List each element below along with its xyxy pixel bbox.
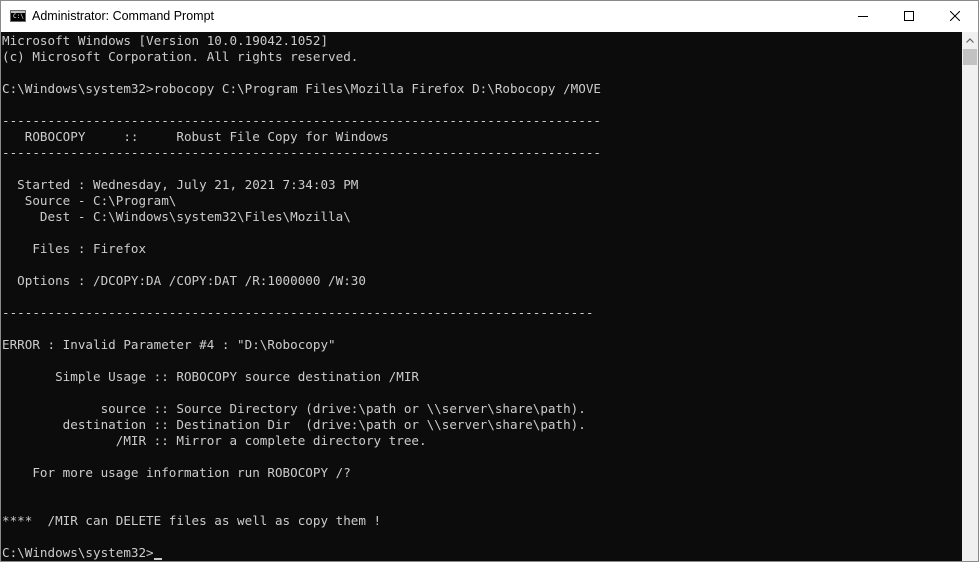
text-cursor	[153, 558, 162, 560]
maximize-button[interactable]	[886, 1, 932, 32]
minimize-button[interactable]	[840, 1, 886, 32]
close-icon	[950, 11, 960, 21]
minimize-icon	[858, 16, 868, 17]
console-line: destination :: Destination Dir (drive:\p…	[2, 417, 586, 432]
console-line: ROBOCOPY :: Robust File Copy for Windows	[2, 129, 389, 144]
console-line: C:\Windows\system32>robocopy C:\Program …	[2, 81, 601, 96]
console-line: ERROR : Invalid Parameter #4 : "D:\Roboc…	[2, 337, 336, 352]
maximize-icon	[904, 11, 914, 21]
vertical-scrollbar[interactable]	[962, 32, 978, 561]
console-line: Dest - C:\Windows\system32\Files\Mozilla…	[2, 209, 351, 224]
console-line: source :: Source Directory (drive:\path …	[2, 401, 586, 416]
console-line: Source - C:\Program\	[2, 193, 177, 208]
scroll-thumb[interactable]	[963, 49, 977, 65]
window-title: Administrator: Command Prompt	[32, 9, 215, 23]
console-line: /MIR :: Mirror a complete directory tree…	[2, 433, 427, 448]
command-prompt-icon-label: C:\	[13, 13, 24, 20]
console-line: (c) Microsoft Corporation. All rights re…	[2, 49, 359, 64]
console-line: Options : /DCOPY:DA /COPY:DAT /R:1000000…	[2, 273, 366, 288]
scroll-up-icon	[966, 38, 974, 43]
command-prompt-window: C:\ Administrator: Command Prompt Micros…	[0, 0, 979, 562]
console-line: Files : Firefox	[2, 241, 147, 256]
console-line: ----------------------------------------…	[2, 305, 594, 320]
console-line: ----------------------------------------…	[2, 113, 601, 128]
console-line: Started : Wednesday, July 21, 2021 7:34:…	[2, 177, 359, 192]
command-prompt-line[interactable]: C:\Windows\system32>	[2, 545, 162, 561]
title-bar[interactable]: C:\ Administrator: Command Prompt	[1, 1, 978, 32]
console-line: Simple Usage :: ROBOCOPY source destinat…	[2, 369, 420, 384]
console-line: ----------------------------------------…	[2, 145, 601, 160]
console-line: Microsoft Windows [Version 10.0.19042.10…	[2, 33, 329, 48]
scroll-up-button[interactable]	[962, 32, 978, 48]
close-button[interactable]	[932, 1, 978, 32]
prompt-text: C:\Windows\system32>	[2, 545, 154, 560]
console-line: For more usage information run ROBOCOPY …	[2, 465, 351, 480]
console-line: **** /MIR can DELETE files as well as co…	[2, 513, 382, 528]
console-output[interactable]: Microsoft Windows [Version 10.0.19042.10…	[1, 32, 962, 561]
command-prompt-icon[interactable]: C:\	[10, 10, 26, 22]
